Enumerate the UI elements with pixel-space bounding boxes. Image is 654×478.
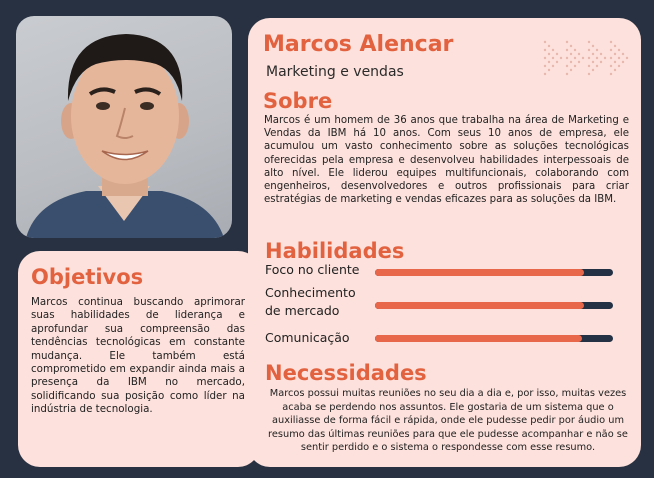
skill-label: Conhecimento de mercado [265,285,356,318]
skill-label: Comunicação [265,330,350,345]
dotted-arrows-decoration-icon [543,40,629,80]
about-title: Sobre [263,89,333,113]
skill-label: Foco no cliente [265,262,360,277]
skill-bar-fill [375,335,583,342]
goals-text: Marcos continua buscando aprimorar suas … [31,296,245,416]
skill-bar-fill [375,302,585,309]
needs-title: Necessidades [265,361,427,385]
about-text: Marcos é um homem de 36 anos que trabalh… [264,115,629,206]
avatar [16,16,232,238]
skill-bar [375,302,613,309]
skill-bar [375,269,613,276]
skills-title: Habilidades [265,239,405,263]
skill-bar-fill [375,269,585,276]
skill-bar [375,335,613,342]
profile-role: Marketing e vendas [266,64,404,80]
goals-title: Objetivos [31,265,144,289]
needs-text: Marcos possui muitas reuniões no seu dia… [268,388,628,453]
profile-name: Marcos Alencar [263,32,454,57]
